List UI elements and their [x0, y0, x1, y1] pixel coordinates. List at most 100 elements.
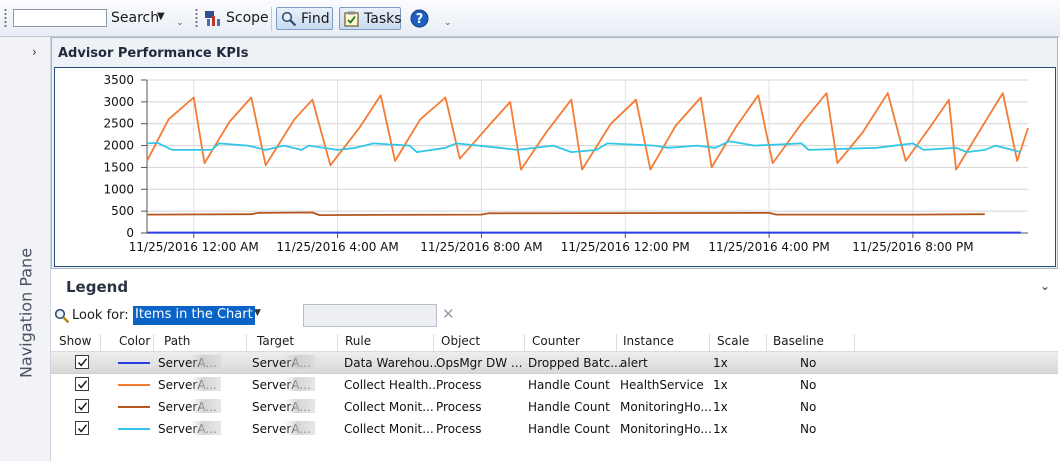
find-button[interactable]: Find: [276, 7, 333, 30]
column-header-object[interactable]: Object: [434, 334, 525, 351]
column-header-show[interactable]: Show: [51, 334, 101, 351]
look-for-text-input[interactable]: [303, 304, 437, 327]
series-line-4[interactable]: [146, 140, 1022, 153]
legend-panel: Legend ⌄ Look for: Items in the Chart ▼ …: [51, 271, 1058, 461]
toolbar: Search ▼ ⌄ Scope Find Tasks ? ⌄: [0, 0, 1060, 37]
cell-counter: Dropped Batc...: [528, 356, 622, 370]
series-color-swatch: [118, 406, 150, 408]
cell-object: OpsMgr DW ...: [436, 356, 523, 370]
tasks-label: Tasks: [364, 11, 402, 27]
help-icon[interactable]: ?: [410, 9, 429, 31]
cell-baseline: No: [800, 422, 817, 436]
redaction-blur: [191, 355, 221, 369]
search-input[interactable]: [13, 9, 107, 27]
show-checkbox[interactable]: [75, 421, 89, 435]
series-line-3[interactable]: [146, 211, 985, 217]
series-color-swatch: [118, 362, 150, 364]
toolbar-overflow-icon[interactable]: ⌄: [176, 18, 184, 28]
chart-panel-title: Advisor Performance KPIs: [58, 46, 249, 61]
navigation-pane-label: Navigation Pane: [16, 247, 36, 379]
x-tick-label: 11/25/2016 8:00 AM: [420, 240, 542, 254]
find-label: Find: [301, 11, 330, 27]
cell-counter: Handle Count: [528, 422, 610, 436]
show-checkbox[interactable]: [75, 399, 89, 413]
chart-panel: Advisor Performance KPIs 0 500 1000 1500 200…: [51, 37, 1058, 269]
legend-row[interactable]: ServerA... ServerA... Collect Health... Pro…: [51, 374, 1058, 396]
svg-text:?: ?: [416, 12, 424, 27]
cell-rule: Collect Monit...: [344, 422, 434, 436]
toolbar-grip[interactable]: [4, 8, 7, 28]
series-line-2[interactable]: [146, 92, 1029, 171]
redaction-blur: [191, 377, 221, 391]
search-button[interactable]: Search: [111, 10, 159, 26]
redaction-blur: [285, 421, 315, 435]
chevron-down-icon[interactable]: ⌄: [1040, 279, 1050, 293]
dropdown-arrow-icon[interactable]: ▼: [254, 308, 261, 318]
series-color-swatch: [118, 428, 150, 430]
redaction-blur: [285, 377, 315, 391]
cell-object: Process: [436, 400, 482, 414]
find-icon: [281, 11, 297, 30]
cell-instance: MonitoringHo...: [620, 400, 712, 414]
clear-icon[interactable]: ✕: [442, 305, 455, 323]
chevron-right-icon[interactable]: ›: [32, 45, 37, 59]
legend-row[interactable]: ServerA... ServerA... Collect Monit... Proc…: [51, 396, 1058, 418]
cell-rule: Collect Monit...: [344, 400, 434, 414]
legend-title: Legend: [66, 278, 129, 296]
column-header-scale[interactable]: Scale: [710, 334, 767, 351]
legend-grid-header: Show Color Path Target Rule Object Count…: [51, 332, 1058, 352]
column-header-path[interactable]: Path: [154, 334, 247, 351]
y-tick-label: 3000: [103, 95, 134, 109]
redaction-blur: [285, 399, 315, 413]
search-icon: [54, 308, 70, 327]
y-tick-label: 2000: [103, 139, 134, 153]
x-tick-label: 11/25/2016 4:00 AM: [276, 240, 398, 254]
chart-frame: 0 500 1000 1500 2000 2500 3000 3500 11/25/2016 1…: [54, 67, 1056, 267]
toolbar-separator: [271, 7, 272, 31]
cell-scale: 1x: [713, 400, 728, 414]
cell-object: Process: [436, 378, 482, 392]
tasks-button[interactable]: Tasks: [339, 7, 402, 30]
navigation-pane[interactable]: › Navigation Pane: [0, 37, 51, 461]
cell-baseline: No: [800, 400, 817, 414]
cell-instance: MonitoringHo...: [620, 422, 712, 436]
y-tick-label: 1000: [103, 182, 134, 196]
legend-row[interactable]: ServerA... ServerA... Data Warehou... OpsMg…: [51, 352, 1058, 374]
redaction-blur: [191, 421, 221, 435]
cell-counter: Handle Count: [528, 400, 610, 414]
column-header-counter[interactable]: Counter: [525, 334, 617, 351]
show-checkbox[interactable]: [75, 355, 89, 369]
look-for-label: Look for:: [72, 308, 129, 323]
tasks-icon: [344, 11, 359, 30]
search-dropdown-icon[interactable]: ▼: [157, 11, 165, 22]
cell-scale: 1x: [713, 356, 728, 370]
column-header-color[interactable]: Color: [101, 334, 154, 351]
x-tick-label: 11/25/2016 12:00 PM: [561, 240, 690, 254]
redaction-blur: [285, 355, 315, 369]
y-tick-label: 1500: [103, 160, 134, 174]
column-header-baseline[interactable]: Baseline: [767, 334, 855, 351]
cell-baseline: No: [800, 378, 817, 392]
scope-button[interactable]: Scope: [226, 10, 269, 26]
cell-rule: Data Warehou...: [344, 356, 441, 370]
series-color-swatch: [118, 384, 150, 386]
cell-object: Process: [436, 422, 482, 436]
scope-icon[interactable]: [204, 10, 222, 30]
toolbar-grip-2[interactable]: [195, 8, 198, 28]
cell-instance: HealthService: [620, 378, 704, 392]
x-tick-label: 11/25/2016 4:00 PM: [708, 240, 829, 254]
y-tick-label: 3500: [103, 73, 134, 87]
look-for-dropdown[interactable]: Items in the Chart ▼: [133, 306, 293, 325]
y-tick-label: 500: [111, 204, 134, 218]
show-checkbox[interactable]: [75, 377, 89, 391]
column-header-instance[interactable]: Instance: [617, 334, 710, 351]
x-tick-label: 11/25/2016 12:00 AM: [129, 240, 259, 254]
cell-counter: Handle Count: [528, 378, 610, 392]
column-header-rule[interactable]: Rule: [338, 334, 434, 351]
toolbar-overflow-icon-2[interactable]: ⌄: [444, 18, 452, 28]
legend-row[interactable]: ServerA... ServerA... Collect Monit... Proc…: [51, 418, 1058, 440]
cell-scale: 1x: [713, 422, 728, 436]
column-header-target[interactable]: Target: [247, 334, 338, 351]
look-for-selected-value: Items in the Chart: [133, 306, 255, 325]
performance-chart[interactable]: 0 500 1000 1500 2000 2500 3000 3500 11/25/2016 1…: [55, 68, 1055, 266]
